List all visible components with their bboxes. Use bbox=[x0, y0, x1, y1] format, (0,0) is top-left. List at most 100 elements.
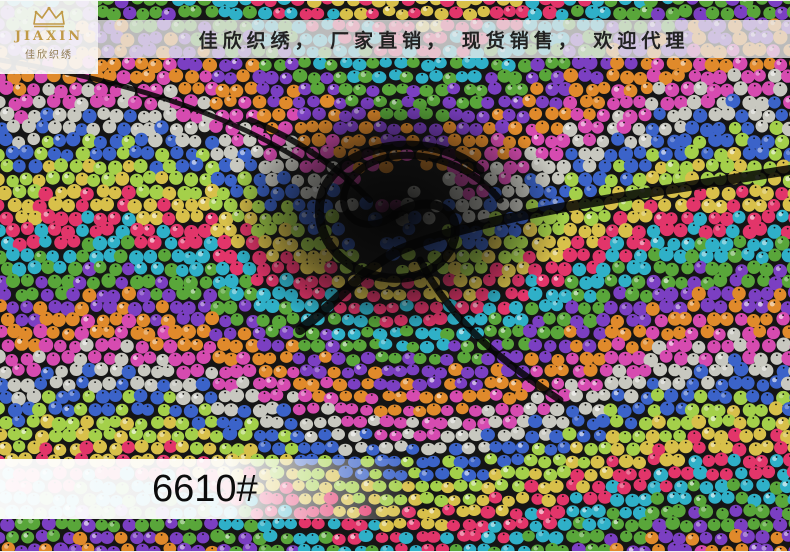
sequin bbox=[646, 68, 662, 83]
sequin-hole bbox=[616, 317, 619, 319]
sequin bbox=[632, 122, 646, 136]
sequin-hole bbox=[189, 380, 192, 382]
sequin-hole bbox=[611, 326, 613, 329]
sequin-hole bbox=[136, 328, 139, 330]
sequin-hole bbox=[475, 429, 478, 432]
sequin-hole bbox=[556, 327, 559, 330]
sequin-hole bbox=[617, 390, 619, 393]
sequin-hole bbox=[344, 391, 347, 394]
sequin-hole bbox=[510, 85, 513, 87]
sequin bbox=[633, 146, 647, 159]
sequin-hole bbox=[190, 406, 192, 409]
sequin-hole bbox=[244, 124, 247, 126]
sequin-hole bbox=[108, 429, 111, 432]
sequin-hole bbox=[181, 211, 184, 213]
sequin-hole bbox=[699, 83, 702, 86]
sequin-hole bbox=[262, 316, 264, 318]
sequin-hole bbox=[690, 146, 693, 149]
sequin-hole bbox=[74, 342, 77, 345]
sequin-hole bbox=[313, 73, 316, 76]
sequin-hole bbox=[439, 443, 441, 446]
sequin-hole bbox=[194, 188, 197, 191]
sequin-hole bbox=[114, 188, 116, 191]
sequin bbox=[188, 286, 202, 301]
sequin bbox=[707, 340, 721, 354]
sequin bbox=[604, 300, 618, 315]
sequin-hole bbox=[779, 290, 781, 292]
sequin-hole bbox=[218, 251, 221, 254]
sequin-hole bbox=[578, 366, 581, 369]
sequin-hole bbox=[53, 276, 56, 279]
sequin-hole bbox=[645, 7, 648, 9]
sequin-hole bbox=[313, 355, 316, 358]
sequin-hole bbox=[13, 380, 16, 383]
sequin bbox=[686, 94, 702, 110]
sequin-hole bbox=[508, 6, 511, 9]
sequin-hole bbox=[191, 150, 194, 152]
sequin-hole bbox=[604, 186, 606, 189]
sequin-hole bbox=[772, 328, 775, 331]
sequin bbox=[204, 262, 218, 276]
sequin-hole bbox=[411, 444, 414, 447]
sequin-hole bbox=[441, 85, 444, 87]
sequin-hole bbox=[570, 380, 573, 383]
sequin-hole bbox=[146, 148, 149, 151]
sequin-hole bbox=[141, 342, 144, 345]
sequin-hole bbox=[761, 147, 764, 150]
sequin bbox=[196, 324, 211, 338]
sequin-hole bbox=[762, 381, 764, 383]
sequin-hole bbox=[530, 354, 533, 357]
sequin-hole bbox=[516, 405, 518, 408]
sequin-hole bbox=[667, 278, 670, 280]
sequin-hole bbox=[549, 341, 552, 344]
sequin-hole bbox=[786, 303, 789, 306]
sequin-hole bbox=[739, 161, 742, 164]
sequin-hole bbox=[60, 188, 63, 191]
sequin bbox=[768, 401, 784, 416]
sequin bbox=[733, 235, 747, 248]
sequin-hole bbox=[358, 85, 361, 88]
sequin-hole bbox=[766, 289, 769, 291]
sequin bbox=[13, 82, 27, 96]
sequin-hole bbox=[597, 225, 600, 228]
sequin bbox=[667, 109, 680, 123]
sequin-hole bbox=[610, 302, 612, 305]
sequin bbox=[693, 81, 708, 96]
sequin bbox=[659, 221, 675, 237]
sequin-hole bbox=[147, 276, 150, 279]
sequin-hole bbox=[18, 161, 21, 164]
sequin-hole bbox=[141, 9, 144, 12]
sequin bbox=[47, 147, 62, 161]
sequin-hole bbox=[187, 326, 190, 329]
sequin bbox=[175, 159, 190, 173]
sequin-hole bbox=[544, 70, 547, 73]
sequin-hole bbox=[665, 352, 667, 354]
sequin-hole bbox=[644, 211, 647, 213]
sequin-hole bbox=[591, 392, 594, 394]
sequin-hole bbox=[6, 314, 9, 317]
sequin-hole bbox=[175, 70, 177, 73]
sequin-hole bbox=[142, 315, 145, 318]
sequin-hole bbox=[14, 99, 17, 102]
sequin-hole bbox=[33, 315, 36, 318]
sequin-hole bbox=[562, 135, 564, 138]
sequin-hole bbox=[26, 380, 29, 383]
sequin-hole bbox=[677, 70, 680, 73]
sequin-hole bbox=[271, 430, 274, 433]
sequin bbox=[68, 212, 84, 227]
sequin-hole bbox=[774, 71, 776, 73]
sequin-hole bbox=[407, 429, 410, 432]
sequin-hole bbox=[476, 328, 479, 331]
sequin-hole bbox=[20, 112, 23, 114]
sequin-hole bbox=[218, 278, 221, 280]
sequin-hole bbox=[637, 201, 640, 204]
sequin-hole bbox=[250, 83, 253, 86]
sequin-hole bbox=[765, 265, 768, 267]
sequin-hole bbox=[210, 393, 212, 395]
sequin bbox=[700, 324, 715, 339]
sequin-hole bbox=[20, 338, 23, 341]
sequin bbox=[169, 170, 183, 185]
sequin-hole bbox=[755, 60, 758, 63]
sequin bbox=[163, 84, 178, 99]
sequin-hole bbox=[114, 391, 117, 393]
